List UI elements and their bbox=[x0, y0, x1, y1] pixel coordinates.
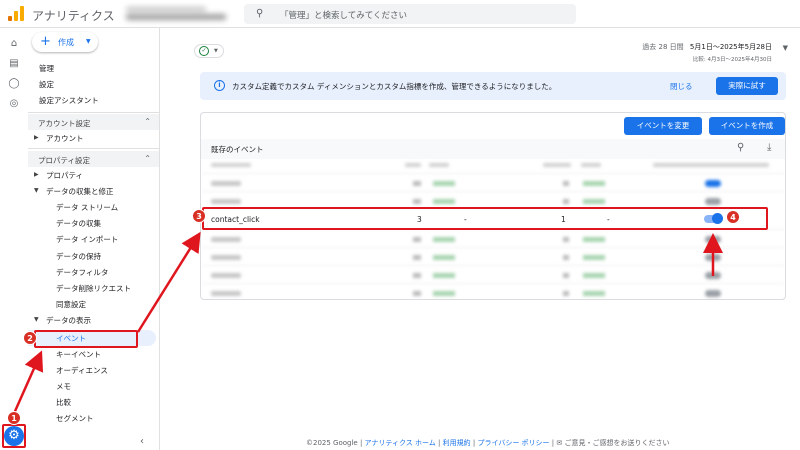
search-icon: ⚲ bbox=[256, 8, 264, 19]
create-event-button[interactable]: イベントを作成 bbox=[709, 117, 785, 135]
expand-down-icon: ▼ bbox=[34, 187, 39, 194]
footer-feedback-link[interactable]: ご意見・ご感想をお送りください bbox=[564, 439, 669, 447]
nav-admin[interactable]: 管理 bbox=[39, 63, 54, 74]
nav-segments[interactable]: セグメント bbox=[56, 413, 94, 424]
chevron-down-icon: ▼ bbox=[214, 48, 218, 54]
nav-divider bbox=[28, 148, 159, 149]
table-row[interactable] bbox=[201, 173, 785, 193]
plus-icon: + bbox=[40, 34, 51, 49]
nav-setup-assistant[interactable]: 設定アシスタント bbox=[39, 95, 99, 106]
banner-message: カスタム定義でカスタム ディメンションとカスタム指標を作成、管理できるようになり… bbox=[232, 82, 557, 91]
events-card: イベントを変更 イベントを作成 既存のイベント ⚲ ⤓ contact_clic… bbox=[200, 112, 786, 300]
annotation-badge-3: 3 bbox=[192, 209, 206, 223]
icon-rail: ⌂ ▤ ◯ ◎ bbox=[0, 28, 28, 450]
nav-key-events[interactable]: キーイベント bbox=[56, 349, 101, 360]
app-title[interactable]: アナリティクス bbox=[32, 7, 115, 24]
create-button[interactable]: + 作成 ▼ bbox=[32, 32, 98, 52]
nav-data-collection-sub[interactable]: データの収集 bbox=[56, 218, 101, 229]
nav-notes[interactable]: メモ bbox=[56, 381, 71, 392]
footer-home-link[interactable]: アナリティクス ホーム bbox=[365, 439, 436, 447]
table-row[interactable] bbox=[201, 229, 785, 249]
nav-data-display[interactable]: データの表示 bbox=[46, 315, 91, 326]
check-circle-icon: ✓ bbox=[199, 46, 209, 56]
search-placeholder: 「管理」と検索してみてください bbox=[280, 11, 407, 21]
nav-data-streams[interactable]: データ ストリーム bbox=[56, 202, 118, 213]
events-card-header: 既存のイベント ⚲ ⤓ bbox=[201, 139, 785, 159]
annotation-badge-2: 2 bbox=[23, 331, 37, 345]
date-range-compare: 比較: 4月3日～2025年4月30日 bbox=[692, 57, 772, 63]
footer-separator: | bbox=[472, 439, 476, 447]
section-account-settings[interactable]: アカウント設定 ⌃ bbox=[28, 114, 159, 130]
annotation-box-1 bbox=[2, 424, 26, 448]
annotation-box-3 bbox=[202, 207, 768, 230]
expand-down-icon: ▼ bbox=[34, 316, 39, 323]
nav-data-filters[interactable]: データフィルタ bbox=[56, 267, 108, 278]
account-selector[interactable] bbox=[126, 6, 236, 22]
nav-property[interactable]: プロパティ bbox=[46, 170, 83, 181]
explore-icon[interactable]: ◯ bbox=[8, 78, 20, 90]
nav-account[interactable]: アカウント bbox=[46, 133, 84, 144]
nav-divider bbox=[28, 112, 159, 113]
footer-privacy-link[interactable]: プライバシー ポリシー bbox=[477, 439, 549, 447]
nav-data-import[interactable]: データ インポート bbox=[56, 234, 118, 245]
banner-try-button[interactable]: 実際に試す bbox=[716, 77, 778, 95]
nav-data-deletion[interactable]: データ削除リクエスト bbox=[56, 283, 131, 294]
footer-separator: | bbox=[438, 439, 441, 447]
page-footer: ©2025 Google | アナリティクス ホーム | 利用規約 | プライバ… bbox=[306, 438, 669, 448]
chevron-down-icon[interactable]: ▼ bbox=[783, 44, 788, 52]
info-banner: i カスタム定義でカスタム ディメンションとカスタム指標を作成、管理できるように… bbox=[200, 72, 786, 100]
top-bar: アナリティクス ⚲ 「管理」と検索してみてください bbox=[0, 0, 800, 28]
expand-right-icon: ▶ bbox=[34, 134, 39, 141]
footer-copyright: ©2025 Google | bbox=[306, 439, 363, 447]
table-row[interactable] bbox=[201, 265, 785, 285]
nav-audiences[interactable]: オーディエンス bbox=[56, 365, 108, 376]
search-box[interactable]: ⚲ 「管理」と検索してみてください bbox=[244, 4, 576, 24]
events-card-title: 既存のイベント bbox=[211, 145, 264, 154]
banner-close-button[interactable]: 閉じる bbox=[670, 81, 693, 92]
table-row[interactable] bbox=[201, 283, 785, 299]
info-icon: i bbox=[214, 80, 225, 91]
annotation-badge-4: 4 bbox=[726, 210, 740, 224]
table-header-row bbox=[201, 159, 785, 173]
table-row[interactable] bbox=[201, 247, 785, 267]
reports-icon[interactable]: ▤ bbox=[8, 58, 20, 70]
modify-event-button[interactable]: イベントを変更 bbox=[624, 117, 702, 135]
analytics-logo-icon[interactable] bbox=[8, 5, 24, 21]
admin-nav-panel: + 作成 ▼ 管理 設定 設定アシスタント アカウント設定 ⌃ ▶ アカウント … bbox=[28, 28, 160, 450]
annotation-badge-1: 1 bbox=[7, 411, 21, 425]
data-status-chip[interactable]: ✓ ▼ bbox=[194, 44, 224, 58]
nav-comparisons[interactable]: 比較 bbox=[56, 397, 71, 408]
home-icon[interactable]: ⌂ bbox=[8, 38, 20, 50]
nav-data-collection[interactable]: データの収集と修正 bbox=[46, 186, 114, 197]
nav-data-retention[interactable]: データの保持 bbox=[56, 251, 101, 262]
feedback-icon[interactable]: ✉ bbox=[556, 439, 562, 447]
download-icon[interactable]: ⤓ bbox=[767, 142, 771, 153]
footer-separator: | bbox=[551, 439, 555, 447]
date-range-value: 5月1日～2025年5月28日 bbox=[689, 43, 772, 51]
search-icon[interactable]: ⚲ bbox=[737, 142, 744, 153]
footer-terms-link[interactable]: 利用規約 bbox=[443, 439, 471, 447]
date-range-picker[interactable]: 過去 28 日間 5月1日～2025年5月28日 比較: 4月3日～2025年4… bbox=[642, 42, 772, 63]
section-property-settings[interactable]: プロパティ設定 ⌃ bbox=[28, 151, 159, 167]
chevron-down-icon: ▼ bbox=[86, 38, 91, 45]
chevron-up-icon: ⌃ bbox=[144, 117, 151, 126]
annotation-box-2 bbox=[34, 330, 138, 348]
collapse-nav-icon[interactable]: ‹ bbox=[140, 436, 144, 447]
date-range-prefix: 過去 28 日間 bbox=[642, 43, 684, 51]
expand-right-icon: ▶ bbox=[34, 171, 39, 178]
chevron-up-icon: ⌃ bbox=[144, 154, 151, 163]
nav-consent-settings[interactable]: 同意設定 bbox=[56, 299, 86, 310]
advertising-icon[interactable]: ◎ bbox=[8, 98, 20, 110]
nav-settings[interactable]: 設定 bbox=[39, 79, 54, 90]
